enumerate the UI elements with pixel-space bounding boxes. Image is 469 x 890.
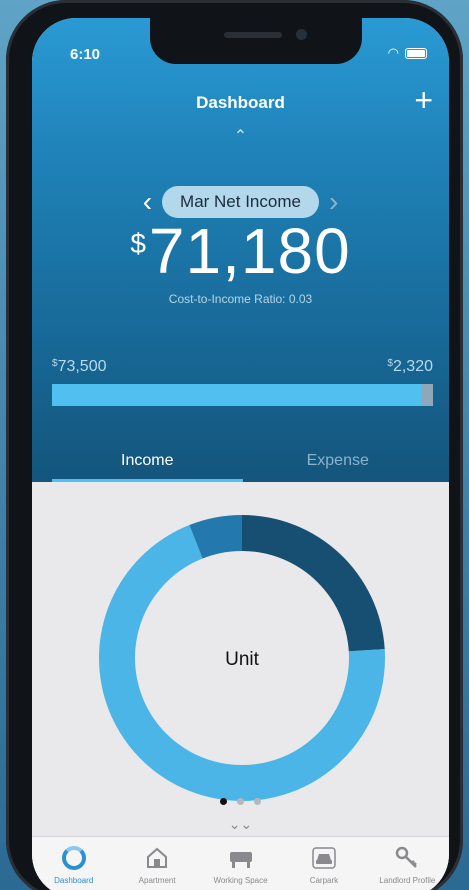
- currency-symbol: $: [130, 228, 146, 259]
- tabbar-label: Landlord Profile: [379, 876, 436, 885]
- tabbar-label: Carpark: [309, 876, 339, 885]
- tabbar-item-carpark[interactable]: Carpark: [282, 837, 365, 890]
- add-button[interactable]: +: [414, 84, 433, 116]
- status-time: 6:10: [70, 46, 101, 63]
- tabbar-item-working-space[interactable]: Working Space: [199, 837, 282, 890]
- desk-icon: [228, 845, 254, 871]
- donut-chart-area: Unit: [32, 482, 449, 826]
- donut-chart[interactable]: Unit: [32, 482, 449, 826]
- income-expense-tabs: Income Expense: [52, 442, 433, 482]
- page-dot[interactable]: [237, 798, 244, 805]
- tabbar-item-dashboard[interactable]: Dashboard: [32, 837, 115, 890]
- bottom-tab-bar: Dashboard Apartment Working Space Carpar…: [32, 836, 449, 890]
- tabbar-label: Working Space: [213, 876, 268, 885]
- device-notch: [150, 18, 362, 64]
- net-income-amount: $71,180: [32, 214, 449, 288]
- house-icon: [144, 845, 170, 871]
- expense-total-label: $2,320: [387, 358, 433, 375]
- donut-center-label: Unit: [225, 649, 260, 670]
- income-expense-bar: [52, 384, 433, 406]
- income-bar-fill: [52, 384, 422, 406]
- app-screen: 6:10 ◠ Dashboard + ⌃ ‹ Mar Net Income › …: [32, 18, 449, 890]
- status-icons: ◠: [388, 45, 427, 61]
- amount-value: 71,180: [148, 215, 351, 287]
- ring-chart-icon: [61, 845, 87, 871]
- income-total-label: $73,500: [52, 358, 107, 375]
- wifi-icon: ◠: [387, 45, 399, 60]
- cost-income-ratio: Cost-to-Income Ratio: 0.03: [168, 292, 313, 306]
- expand-chevron-icon[interactable]: ⌄⌄: [32, 816, 449, 833]
- page-title: Dashboard: [196, 93, 285, 112]
- tabbar-label: Apartment: [138, 876, 176, 885]
- tabbar-label: Dashboard: [54, 876, 94, 885]
- tab-income[interactable]: Income: [52, 442, 243, 482]
- battery-icon: [405, 47, 427, 59]
- page-dot[interactable]: [254, 798, 261, 805]
- phone-frame: 6:10 ◠ Dashboard + ⌃ ‹ Mar Net Income › …: [6, 0, 463, 890]
- page-indicator: [32, 798, 449, 805]
- income-expense-labels: $73,500 $2,320: [52, 358, 433, 376]
- page-dot[interactable]: [220, 798, 227, 805]
- tabbar-item-landlord-profile[interactable]: Landlord Profile: [366, 837, 449, 890]
- car-icon: [311, 845, 337, 871]
- collapse-chevron-icon[interactable]: ⌃: [32, 126, 449, 146]
- dashboard-hero: 6:10 ◠ Dashboard + ⌃ ‹ Mar Net Income › …: [32, 18, 449, 482]
- next-metric-button[interactable]: ›: [329, 188, 338, 216]
- key-icon: [394, 845, 420, 871]
- tabbar-item-apartment[interactable]: Apartment: [115, 837, 198, 890]
- prev-metric-button[interactable]: ‹: [143, 188, 152, 216]
- tab-expense[interactable]: Expense: [243, 442, 434, 482]
